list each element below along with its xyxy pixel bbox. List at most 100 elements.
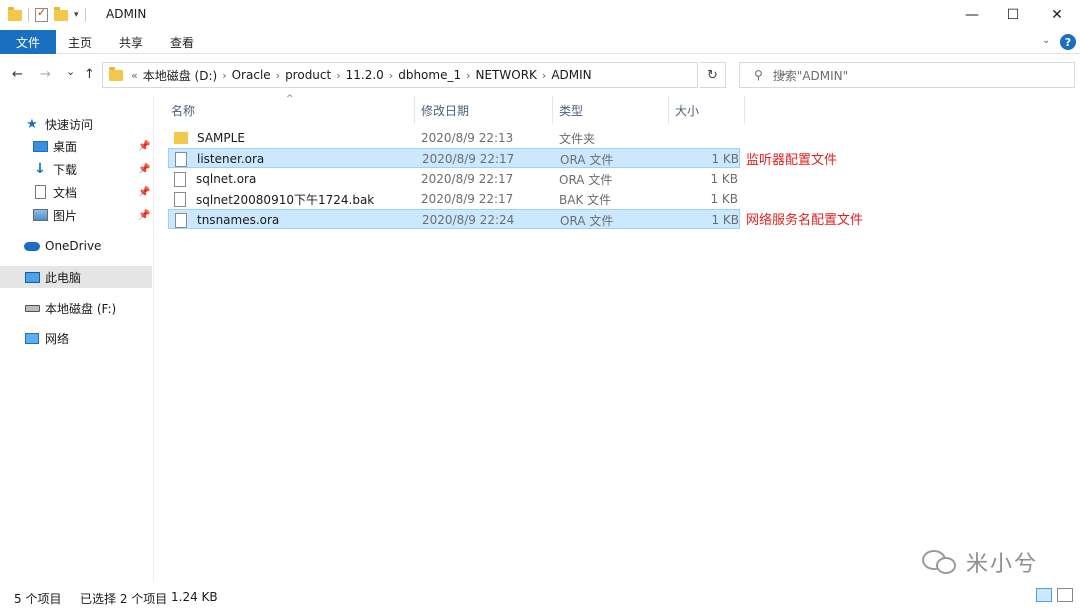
expand-ribbon-icon[interactable]: ⌄ <box>1042 35 1050 46</box>
column-label: 大小 <box>675 103 700 118</box>
file-row-sqlnet-bak[interactable]: sqlnet20080910下午1724.bak 2020/8/9 22:17 … <box>168 189 740 209</box>
column-label: 修改日期 <box>421 103 470 118</box>
selection-size: 1.24 KB <box>171 590 218 604</box>
sidebar-item-onedrive[interactable]: OneDrive <box>0 235 152 257</box>
tab-file[interactable]: 文件 <box>0 30 56 54</box>
close-button[interactable]: ✕ <box>1034 0 1080 30</box>
minimize-button[interactable]: — <box>949 0 995 30</box>
search-icon: ⚲ <box>754 68 763 82</box>
sidebar-item-label: 网络 <box>45 331 70 346</box>
overflow-chevron[interactable]: « <box>131 69 138 82</box>
file-row-sqlnet-ora[interactable]: sqlnet.ora 2020/8/9 22:17 ORA 文件 1 KB <box>168 169 740 189</box>
documents-icon <box>32 185 48 199</box>
pin-icon: 📌 <box>138 209 151 221</box>
file-row-tnsnames-ora[interactable]: tnsnames.ora 2020/8/9 22:24 ORA 文件 1 KB <box>168 209 740 229</box>
file-size: 1 KB <box>710 192 738 206</box>
breadcrumb-admin[interactable]: ADMIN <box>551 68 591 82</box>
breadcrumb-separator: › <box>336 68 341 82</box>
folder-icon <box>109 66 123 81</box>
file-name: sqlnet.ora <box>174 169 256 189</box>
breadcrumb-separator: › <box>388 68 394 82</box>
breadcrumb-separator: › <box>541 68 547 82</box>
desktop-icon <box>32 139 48 153</box>
properties-icon[interactable] <box>35 6 48 22</box>
sidebar-item-label: 本地磁盘 (F:) <box>45 301 117 316</box>
sidebar-item-quick-access[interactable]: ★ 快速访问 <box>0 113 152 135</box>
file-type: ORA 文件 <box>559 172 613 187</box>
navigation-pane: ★ 快速访问 桌面 📌 ↓ 下载 📌 文档 📌 图片 📌 OneDrive 此电… <box>0 96 154 582</box>
file-size: 1 KB <box>711 152 739 166</box>
file-date: 2020/8/9 22:17 <box>422 152 515 166</box>
tab-view[interactable]: 查看 <box>170 30 194 54</box>
tab-share[interactable]: 共享 <box>119 30 143 54</box>
pictures-icon <box>32 208 48 222</box>
sidebar-item-documents[interactable]: 文档 📌 <box>0 181 152 203</box>
file-size: 1 KB <box>710 172 738 186</box>
recent-locations-button[interactable]: ⌄ <box>66 65 75 78</box>
column-header-type[interactable]: 类型 <box>553 96 669 124</box>
file-type: ORA 文件 <box>560 213 614 228</box>
column-label: 名称 <box>171 103 196 118</box>
sidebar-item-drive-f[interactable]: 本地磁盘 (F:) <box>0 297 152 319</box>
breadcrumb-version[interactable]: 11.2.0 <box>346 68 384 82</box>
sidebar-item-downloads[interactable]: ↓ 下载 📌 <box>0 158 152 180</box>
navigation-bar: ← → ⌄ ↑ « 本地磁盘 (D:) › Oracle › product ›… <box>0 55 1080 95</box>
customize-toolbar-icon[interactable]: ▾ <box>74 10 79 20</box>
sidebar-item-pictures[interactable]: 图片 📌 <box>0 204 152 226</box>
network-icon <box>24 331 40 345</box>
new-folder-icon[interactable] <box>54 6 68 21</box>
watermark-text: 米小兮 <box>966 552 1039 577</box>
sidebar-item-label: 文档 <box>53 185 78 200</box>
quick-access-toolbar: ▾ <box>8 6 86 24</box>
sidebar-item-this-pc[interactable]: 此电脑 <box>0 266 152 288</box>
this-pc-icon <box>24 270 40 284</box>
file-name-text: sqlnet20080910下午1724.bak <box>196 192 375 207</box>
onedrive-icon <box>24 239 40 253</box>
item-count: 5 个项目 <box>14 592 62 606</box>
sidebar-item-desktop[interactable]: 桌面 📌 <box>0 135 152 157</box>
sidebar-item-label: 桌面 <box>53 139 78 154</box>
up-button[interactable]: ↑ <box>84 67 95 82</box>
file-icon <box>174 171 186 187</box>
sidebar-item-label: OneDrive <box>45 239 102 253</box>
details-view-icon[interactable] <box>1036 588 1052 602</box>
sidebar-item-network[interactable]: 网络 <box>0 327 152 349</box>
breadcrumb-network[interactable]: NETWORK <box>476 68 537 82</box>
breadcrumb-product[interactable]: product <box>285 68 331 82</box>
maximize-button[interactable]: ☐ <box>990 0 1036 30</box>
file-row-listener-ora[interactable]: listener.ora 2020/8/9 22:17 ORA 文件 1 KB <box>168 148 740 168</box>
file-row-sample[interactable]: SAMPLE 2020/8/9 22:13 文件夹 <box>168 128 740 148</box>
pin-icon: 📌 <box>138 140 151 152</box>
window-title: ADMIN <box>106 7 147 21</box>
large-icons-view-icon[interactable] <box>1057 588 1073 602</box>
breadcrumb-dbhome[interactable]: dbhome_1 <box>398 68 461 82</box>
file-name: sqlnet20080910下午1724.bak <box>174 189 374 209</box>
file-name: tnsnames.ora <box>175 210 279 230</box>
search-input[interactable]: ⚲ 搜索"ADMIN" <box>739 62 1075 88</box>
pin-icon: 📌 <box>138 163 151 175</box>
column-header-name[interactable]: 名称 ^ <box>165 94 415 124</box>
breadcrumb-drive-d[interactable]: 本地磁盘 (D:) <box>143 67 217 84</box>
sidebar-item-label: 下载 <box>53 162 78 177</box>
selection-count: 已选择 2 个项目 <box>80 592 168 606</box>
ribbon: 文件 主页 共享 查看 ⌄ ? <box>0 30 1080 54</box>
column-label: 类型 <box>559 103 584 118</box>
drive-icon <box>24 301 40 315</box>
divider <box>84 8 86 22</box>
column-header-size[interactable]: 大小 <box>669 96 745 124</box>
back-button[interactable]: ← <box>12 67 23 82</box>
sidebar-item-label: 图片 <box>53 208 78 223</box>
help-icon[interactable]: ? <box>1060 34 1076 50</box>
refresh-button[interactable]: ↻ <box>700 62 726 88</box>
tab-home[interactable]: 主页 <box>68 30 92 54</box>
forward-button[interactable]: → <box>40 67 51 82</box>
column-header-date[interactable]: 修改日期 <box>415 96 553 124</box>
file-name-text: SAMPLE <box>197 131 245 145</box>
address-bar[interactable]: « 本地磁盘 (D:) › Oracle › product › 11.2.0 … <box>102 62 787 88</box>
star-icon: ★ <box>26 116 38 132</box>
file-name: SAMPLE <box>174 128 245 148</box>
breadcrumb-oracle[interactable]: Oracle <box>232 68 271 82</box>
watermark: 米小兮 <box>920 546 1038 578</box>
title-bar: ▾ ADMIN — ☐ ✕ <box>0 0 1080 30</box>
file-date: 2020/8/9 22:24 <box>422 213 515 227</box>
